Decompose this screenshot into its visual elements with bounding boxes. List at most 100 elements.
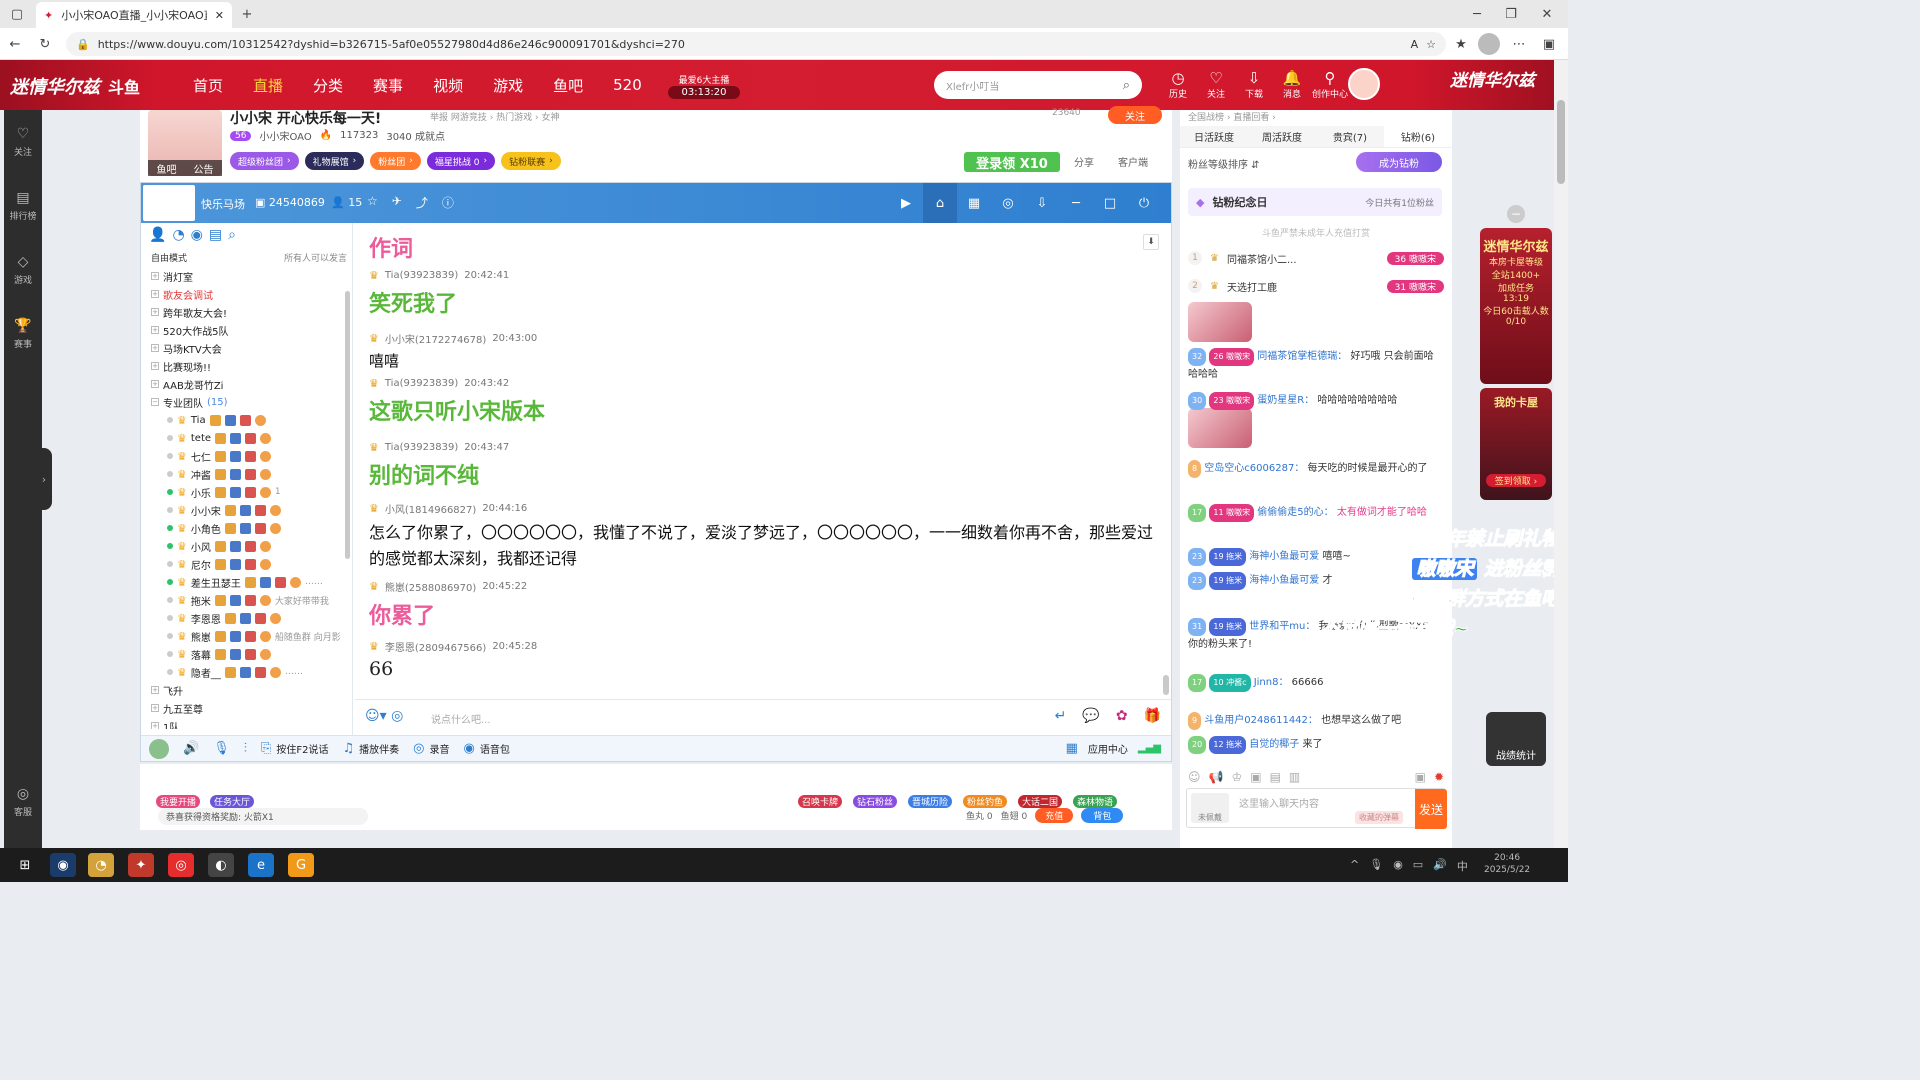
- back-icon[interactable]: ←: [4, 33, 26, 55]
- nav-item[interactable]: 分类: [298, 60, 358, 110]
- member-scrollbar[interactable]: [345, 291, 350, 559]
- nav-item[interactable]: 520: [598, 60, 657, 110]
- favorites-icon[interactable]: ★: [1450, 33, 1472, 55]
- game-entry[interactable]: 晋城历险: [906, 768, 954, 808]
- room-category[interactable]: 举报 网游竞技 › 热门游戏 › 女神: [430, 110, 560, 123]
- rank-tab[interactable]: 日活跃度: [1180, 126, 1248, 147]
- read-aloud-icon[interactable]: A: [1411, 38, 1419, 51]
- star-icon[interactable]: ☆: [367, 194, 378, 211]
- room-pill[interactable]: 粉丝团 ›: [370, 152, 421, 170]
- host-avatar[interactable]: 鱼吧 公告: [148, 110, 222, 176]
- member-row[interactable]: ♛ Tia: [151, 411, 347, 429]
- member-folder[interactable]: + 歌友会调试: [151, 285, 347, 303]
- video-icon[interactable]: ▶: [889, 183, 923, 223]
- member-folder[interactable]: +1队: [151, 717, 347, 729]
- list-icon[interactable]: ▤: [209, 227, 222, 243]
- download-icon[interactable]: ⇩: [1025, 183, 1059, 223]
- crown-icon[interactable]: ♔: [1231, 770, 1242, 784]
- member-row[interactable]: ♛ 七仁: [151, 447, 347, 465]
- header-tool[interactable]: ⚲ 创作中心: [1312, 66, 1348, 104]
- nav-item[interactable]: 首页: [178, 60, 238, 110]
- info-icon[interactable]: ⓘ: [442, 194, 454, 211]
- member-row[interactable]: ♛ 小小宋: [151, 501, 347, 519]
- page-scrollbar[interactable]: [1554, 60, 1568, 848]
- gift-bar-button[interactable]: 我要开播: [154, 768, 202, 808]
- fan-rank-row[interactable]: 1 ♛ 同福茶馆小二... 36 嗷嗷宋: [1188, 248, 1444, 268]
- sidebar-item[interactable]: ▤ 排行榜: [4, 174, 42, 238]
- sidebar-item[interactable]: ◎ 客服: [4, 770, 42, 834]
- windows-start-icon[interactable]: ⊞: [12, 853, 38, 877]
- user-avatar-small[interactable]: [149, 738, 169, 759]
- card-icon[interactable]: ▥: [1289, 770, 1300, 784]
- taskbar-clock[interactable]: 20:46 2025/5/22: [1484, 852, 1530, 876]
- mixer-icon[interactable]: ⫶: [244, 741, 247, 756]
- scroll-lock-icon[interactable]: ▣: [1415, 770, 1426, 784]
- room-pill[interactable]: 超级粉丝团 ›: [230, 152, 299, 170]
- sidebar-item[interactable]: ◇ 游戏: [4, 238, 42, 302]
- board-icon[interactable]: ▦: [957, 183, 991, 223]
- netease-music-icon[interactable]: ◎: [168, 853, 194, 877]
- close-tab-icon[interactable]: ✕: [215, 9, 224, 22]
- edge-icon[interactable]: e: [248, 853, 274, 877]
- noble-icon[interactable]: ▤: [1270, 770, 1281, 784]
- host-name[interactable]: 小小宋OAO: [259, 128, 311, 143]
- notice-link[interactable]: 公告: [194, 161, 214, 176]
- new-tab-button[interactable]: +: [236, 3, 258, 25]
- room-pill[interactable]: 礼物展馆 ›: [304, 152, 365, 170]
- nav-item[interactable]: 视频: [418, 60, 478, 110]
- owl-app-icon[interactable]: ◔: [88, 853, 114, 877]
- member-row[interactable]: ♛ 隐者__ ……: [151, 663, 347, 681]
- app-g-icon[interactable]: G: [288, 853, 314, 877]
- more-menu-icon[interactable]: ⋯: [1508, 33, 1530, 55]
- douyu-app-icon[interactable]: ✦: [128, 853, 154, 877]
- voice-tool[interactable]: ◎ 录音: [413, 741, 449, 756]
- message-user[interactable]: 熊崽(2588086970): [385, 579, 476, 594]
- share-icon[interactable]: ⤴: [416, 194, 428, 211]
- plane-icon[interactable]: ✈: [392, 194, 402, 211]
- search-icon[interactable]: ⌕: [228, 227, 236, 243]
- member-folder[interactable]: + 九五至尊: [151, 699, 347, 717]
- member-row[interactable]: ♛ 小风: [151, 537, 347, 555]
- member-row[interactable]: ♛ 差生丑瑟王 ……: [151, 573, 347, 591]
- chat-user-name[interactable]: 偷偷偷走5的心：: [1257, 507, 1333, 518]
- input-language[interactable]: 中: [1457, 858, 1468, 874]
- obs-icon[interactable]: ◐: [208, 853, 234, 877]
- emoji-icon[interactable]: ☺▾ ◎: [365, 708, 403, 724]
- become-diamond-fan-button[interactable]: 成为钻粉: [1356, 152, 1442, 172]
- message-user[interactable]: 小小宋(2172274678): [385, 331, 486, 346]
- saved-barrage-button[interactable]: 收藏的弹幕: [1355, 811, 1403, 824]
- tray-chevron-icon[interactable]: ^: [1350, 858, 1359, 874]
- speak-mode-label[interactable]: 自由模式: [151, 251, 187, 264]
- scrollbar-thumb[interactable]: [1557, 100, 1565, 184]
- tab-actions-icon[interactable]: ▢: [6, 3, 28, 25]
- member-row[interactable]: ♛ 小乐 1: [151, 483, 347, 501]
- member-folder[interactable]: +520大作战5队: [151, 321, 347, 339]
- share-button[interactable]: 分享: [1074, 154, 1094, 169]
- volume-icon[interactable]: 🔊: [1433, 858, 1447, 874]
- nav-item[interactable]: 鱼吧: [538, 60, 598, 110]
- chat-user-name[interactable]: 蛋奶星星R：: [1257, 395, 1314, 406]
- badge-not-worn[interactable]: 未佩戴: [1191, 793, 1229, 823]
- chat-user-name[interactable]: 同福茶馆掌柜德瑞：: [1257, 351, 1347, 362]
- header-tool[interactable]: 🔔 消息: [1274, 66, 1310, 104]
- fan-level-sort[interactable]: 粉丝等级排序 ⇵: [1188, 156, 1260, 171]
- follow-button[interactable]: 关注: [1108, 106, 1162, 124]
- voice-tool[interactable]: ♫ 播放伴奏: [342, 741, 399, 756]
- voice-tool[interactable]: ⎘ 按住F2说话: [261, 741, 329, 756]
- close-ad-icon[interactable]: −: [1507, 205, 1525, 223]
- maximize-icon[interactable]: □: [1093, 183, 1127, 223]
- app-center[interactable]: ▦ 应用中心 ▂▄▆: [1066, 741, 1171, 756]
- header-tool[interactable]: ♡ 关注: [1198, 66, 1234, 104]
- expand-icon[interactable]: +: [151, 704, 159, 712]
- message-user[interactable]: Tia(93923839): [385, 270, 458, 281]
- message-user[interactable]: 小风(1814966827): [385, 501, 476, 516]
- power-icon[interactable]: ⏻: [1127, 183, 1161, 223]
- emoji-icon[interactable]: ☺: [1188, 770, 1201, 784]
- my-cardhouse-ad[interactable]: 我的卡屋 签到领取 ›: [1480, 388, 1552, 500]
- close-window-icon[interactable]: ✕: [1536, 3, 1558, 25]
- fan-rank-row[interactable]: 2 ♛ 天选打工鹿 31 嗷嗷宋: [1188, 276, 1444, 296]
- url-bar[interactable]: 🔒 https://www.douyu.com/10312542?dyshid=…: [66, 32, 1446, 56]
- browser-tab[interactable]: ✦ 小小宋OAO直播_小小宋OAO直播 ✕: [36, 2, 232, 28]
- battle-stats-button[interactable]: 战绩统计: [1486, 712, 1546, 766]
- header-tool[interactable]: ◷ 历史: [1160, 66, 1196, 104]
